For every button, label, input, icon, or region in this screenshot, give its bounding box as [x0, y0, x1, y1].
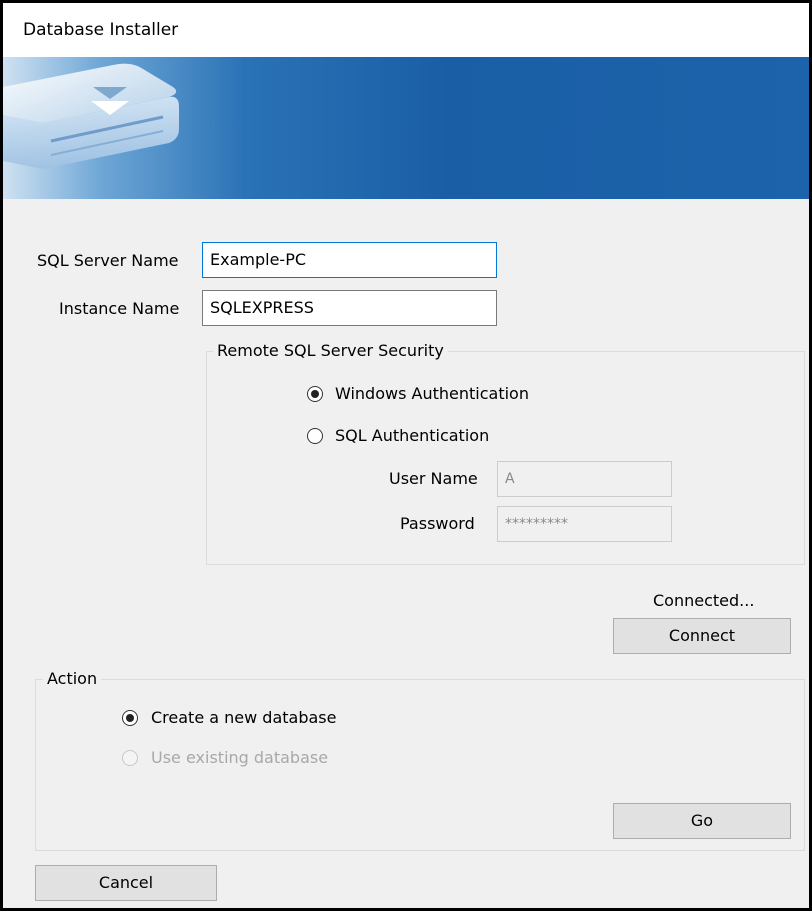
sql-auth-radio[interactable]	[307, 428, 323, 444]
existing-database-label[interactable]: Use existing database	[151, 748, 328, 768]
window-title: Database Installer	[23, 20, 179, 40]
instance-name-label: Instance Name	[59, 299, 180, 318]
instance-name-input[interactable]: SQLEXPRESS	[202, 290, 497, 326]
security-group-label: Remote SQL Server Security	[213, 341, 448, 361]
existing-database-radio[interactable]	[122, 750, 138, 766]
server-name-label: SQL Server Name	[37, 251, 179, 270]
installer-window: Database Installer SQL Server Name Examp…	[3, 3, 809, 908]
password-label: Password	[400, 514, 475, 533]
user-name-input[interactable]: A	[497, 461, 672, 497]
database-drive-download-icon	[3, 63, 179, 169]
user-name-label: User Name	[389, 469, 478, 488]
radio-selected-dot	[311, 390, 319, 398]
windows-auth-radio[interactable]	[307, 386, 323, 402]
title-bar[interactable]: Database Installer	[3, 3, 809, 57]
password-input[interactable]: *********	[497, 506, 672, 542]
header-banner	[3, 57, 809, 199]
action-group-label: Action	[43, 669, 102, 689]
connect-button[interactable]: Connect	[613, 618, 791, 654]
installer-content: SQL Server Name Example-PC Instance Name…	[3, 199, 809, 908]
windows-auth-label[interactable]: Windows Authentication	[335, 384, 529, 404]
go-button[interactable]: Go	[613, 803, 791, 839]
create-database-radio[interactable]	[122, 710, 138, 726]
create-database-label[interactable]: Create a new database	[151, 708, 336, 728]
connection-status: Connected...	[653, 591, 755, 610]
sql-auth-label[interactable]: SQL Authentication	[335, 426, 489, 446]
cancel-button[interactable]: Cancel	[35, 865, 217, 901]
server-name-input[interactable]: Example-PC	[202, 242, 497, 278]
radio-selected-dot	[126, 714, 134, 722]
